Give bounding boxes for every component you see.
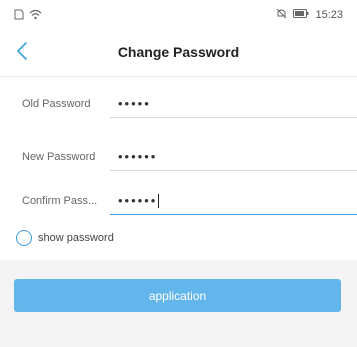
old-password-row: Old Password •••••: [0, 90, 357, 120]
show-password-label: show password: [38, 232, 114, 244]
text-caret: [158, 193, 160, 208]
password-form: Old Password ••••• New Password •••••• C…: [0, 77, 357, 260]
status-left: [14, 9, 42, 23]
old-password-label: Old Password: [22, 98, 91, 110]
confirm-password-label: Confirm Pass...: [22, 195, 98, 207]
page-title: Change Password: [117, 44, 240, 60]
wifi-icon: [29, 9, 42, 23]
show-password-toggle[interactable]: show password: [16, 230, 114, 246]
old-password-value: •••••: [118, 96, 151, 111]
application-button-label: application: [148, 288, 207, 303]
change-password-screen: 15:23 Change Password Old Password •••••…: [0, 0, 357, 347]
confirm-password-row: Confirm Pass... ••••••: [0, 187, 357, 217]
sim-icon: [14, 9, 24, 23]
new-password-input[interactable]: ••••••: [110, 143, 357, 171]
status-bar: 15:23: [0, 0, 357, 30]
confirm-password-value: ••••••: [118, 193, 158, 208]
status-right: 15:23: [276, 8, 343, 22]
confirm-password-input[interactable]: ••••••: [110, 187, 357, 215]
show-password-radio[interactable]: [16, 230, 32, 246]
old-password-input[interactable]: •••••: [110, 90, 357, 118]
new-password-row: New Password ••••••: [0, 143, 357, 173]
mute-icon: [276, 8, 287, 22]
new-password-label: New Password: [22, 151, 96, 163]
application-button[interactable]: application: [14, 279, 341, 312]
status-time: 15:23: [315, 9, 343, 21]
nav-bar: Change Password: [0, 30, 357, 77]
new-password-value: ••••••: [118, 149, 158, 164]
battery-icon: [293, 9, 309, 21]
